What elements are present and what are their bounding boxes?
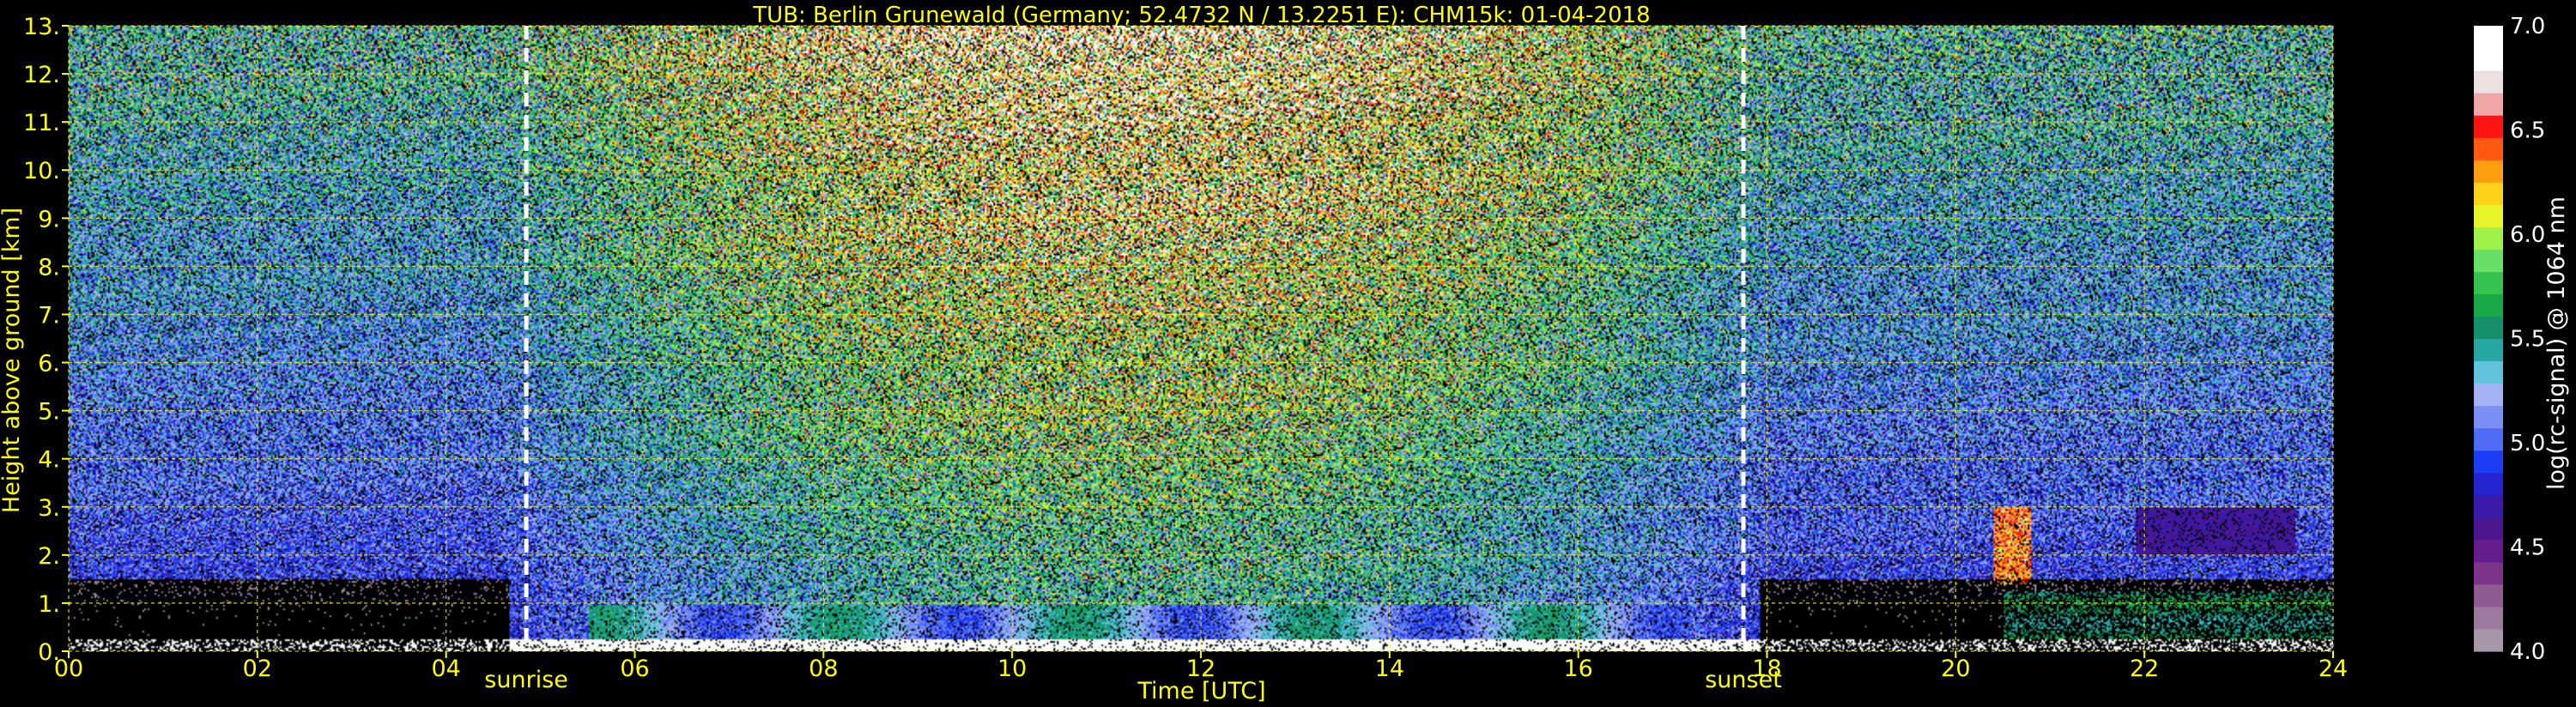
- colorbar-swatch: [2474, 606, 2503, 630]
- colorbar-swatch: [2474, 583, 2503, 607]
- colorbar-swatch: [2474, 517, 2503, 541]
- colorbar-swatch: [2474, 160, 2503, 183]
- colorbar-swatch: [2474, 383, 2503, 407]
- colorbar-swatch: [2474, 204, 2503, 227]
- x-tick-label: 20: [1941, 656, 1970, 682]
- colorbar-tick-label: 6.0: [2510, 222, 2545, 248]
- y-tick-label: 3.: [38, 495, 60, 522]
- ceilometer-chart: TUB: Berlin Grunewald (Germany; 52.4732 …: [0, 0, 2576, 707]
- colorbar-swatch: [2474, 227, 2503, 250]
- x-tick-label: 24: [2318, 656, 2348, 682]
- colorbar-tick-label: 5.5: [2510, 327, 2545, 353]
- x-tick-label: 14: [1375, 656, 1404, 682]
- x-tick-label: 00: [54, 656, 83, 682]
- y-axis-label: Height above ground [km]: [0, 208, 25, 513]
- x-tick-label: 02: [243, 656, 272, 682]
- x-tick-label: 16: [1563, 656, 1592, 682]
- colorbar-swatch: [2474, 70, 2503, 94]
- chart-title: TUB: Berlin Grunewald (Germany; 52.4732 …: [752, 3, 1650, 28]
- y-tick-label: 8.: [38, 254, 60, 281]
- colorbar-swatch: [2474, 182, 2503, 205]
- colorbar-swatch: [2474, 561, 2503, 585]
- colorbar-swatch: [2474, 472, 2503, 496]
- colorbar-swatch: [2474, 115, 2503, 138]
- x-tick-label: 18: [1752, 656, 1781, 682]
- colorbar-swatch: [2474, 450, 2503, 474]
- x-tick-label: 06: [620, 656, 649, 682]
- colorbar-swatch: [2474, 26, 2503, 49]
- y-tick-label: 12.: [23, 62, 60, 88]
- y-tick-label: 10.: [23, 158, 60, 184]
- y-tick-label: 1.: [38, 591, 60, 618]
- colorbar-label: log(rc-signal) @ 1064 nm: [2543, 196, 2570, 490]
- colorbar-tick-label: 7.0: [2510, 14, 2545, 39]
- colorbar-swatch: [2474, 249, 2503, 272]
- colorbar-swatch: [2474, 338, 2503, 362]
- x-tick-label: 08: [809, 656, 838, 682]
- colorbar-swatch: [2474, 360, 2503, 384]
- colorbar-swatch: [2474, 93, 2503, 116]
- colorbar-swatch: [2474, 271, 2503, 295]
- colorbar-swatch: [2474, 405, 2503, 429]
- x-axis-label: Time [UTC]: [1136, 678, 1265, 704]
- colorbar-swatch: [2474, 137, 2503, 160]
- colorbar-swatch: [2474, 628, 2503, 652]
- y-tick-label: 2.: [38, 543, 60, 570]
- y-tick-label: 7.: [38, 302, 60, 329]
- colorbar-tick-label: 5.0: [2510, 431, 2545, 456]
- colorbar-swatch: [2474, 48, 2503, 71]
- colorbar-swatch: [2474, 539, 2503, 563]
- annotation-label-sunrise: sunrise: [484, 667, 568, 693]
- y-tick-label: 6.: [38, 351, 60, 378]
- colorbar-swatch: [2474, 293, 2503, 317]
- colorbar-tick-label: 6.5: [2510, 118, 2545, 144]
- y-tick-label: 9.: [38, 206, 60, 233]
- colorbar-swatch: [2474, 316, 2503, 340]
- colorbar-tick-label: 4.5: [2510, 535, 2545, 561]
- colorbar-tick-label: 4.0: [2510, 639, 2545, 665]
- y-tick-label: 5.: [38, 399, 60, 426]
- colorbar-swatch: [2474, 427, 2503, 451]
- x-tick-label: 04: [431, 656, 460, 682]
- y-tick-label: 11.: [23, 110, 60, 136]
- x-tick-label: 10: [997, 656, 1027, 682]
- x-tick-label: 22: [2130, 656, 2159, 682]
- y-tick-label: 4.: [38, 447, 60, 474]
- colorbar-swatch: [2474, 494, 2503, 518]
- y-tick-label: 13.: [23, 14, 60, 40]
